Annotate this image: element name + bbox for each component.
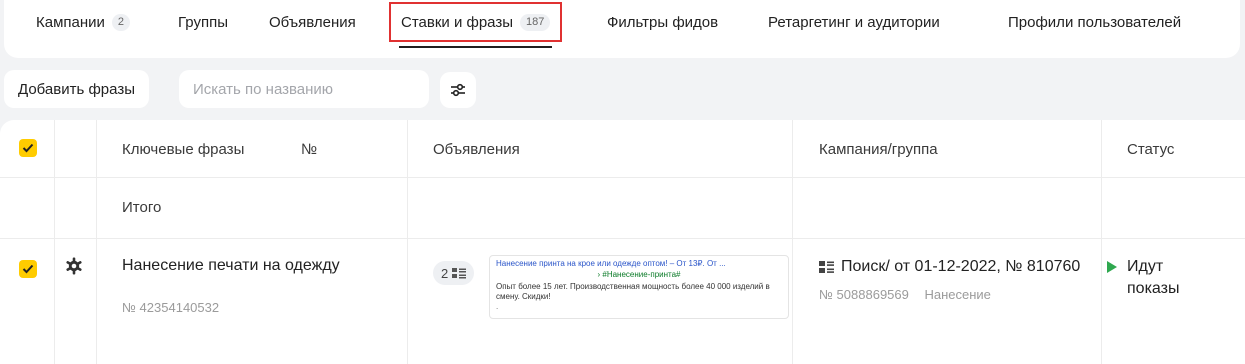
filter-settings-button[interactable] bbox=[440, 72, 476, 108]
ads-count: 2 bbox=[441, 265, 449, 281]
tab-label: Ставки и фразы bbox=[401, 13, 514, 31]
header-ads[interactable]: Объявления bbox=[433, 141, 520, 158]
tab-label: Кампании bbox=[36, 13, 105, 31]
tab-bids-and-phrases[interactable]: Ставки и фразы 187 bbox=[389, 2, 563, 48]
phrases-table: Ключевые фразы № Объявления Кампания/гру… bbox=[0, 120, 1245, 364]
select-all-checkbox[interactable] bbox=[19, 139, 37, 157]
tab-ads[interactable]: Объявления bbox=[269, 0, 356, 44]
row-checkbox[interactable] bbox=[19, 260, 37, 278]
header-status[interactable]: Статус bbox=[1127, 141, 1174, 158]
tab-label: Профили пользователей bbox=[1008, 13, 1182, 31]
tab-count-badge: 187 bbox=[520, 13, 551, 31]
search-input[interactable] bbox=[179, 70, 429, 108]
ad-ellipsis: . bbox=[496, 302, 499, 311]
header-phrases[interactable]: Ключевые фразы bbox=[122, 141, 244, 158]
campaign-id: № 5088869569 bbox=[819, 287, 909, 302]
add-phrases-button[interactable]: Добавить фразы bbox=[4, 70, 149, 108]
status-text: Идут показы bbox=[1127, 258, 1180, 297]
total-label: Итого bbox=[122, 199, 162, 216]
tab-retargeting[interactable]: Ретаргетинг и аудитории bbox=[768, 0, 940, 44]
ads-count-badge[interactable]: 2 bbox=[433, 261, 475, 285]
ad-url: › #Нанесение-принта# bbox=[597, 270, 681, 279]
table-total-row: Итого bbox=[0, 178, 1245, 239]
tabs-bar: Кампании 2 Группы Объявления Ставки и фр… bbox=[4, 0, 1240, 58]
ad-text: Опыт более 15 лет. Производственная мощн… bbox=[496, 282, 770, 301]
add-phrases-label: Добавить фразы bbox=[18, 80, 135, 98]
tab-user-profiles[interactable]: Профили пользователей bbox=[1008, 0, 1181, 44]
campaign-link[interactable]: Поиск/ от 01-12-2022, № 810760 bbox=[819, 258, 1095, 276]
campaign-details: № 5088869569 Нанесение bbox=[819, 287, 991, 302]
phrase-id: № 42354140532 bbox=[122, 300, 220, 315]
campaign-list-icon bbox=[819, 260, 834, 273]
checkmark-icon bbox=[22, 143, 34, 153]
checkmark-icon bbox=[22, 264, 34, 274]
tab-campaigns[interactable]: Кампании 2 bbox=[36, 0, 131, 44]
tab-label: Ретаргетинг и аудитории bbox=[768, 13, 940, 31]
table-header-row: Ключевые фразы № Объявления Кампания/гру… bbox=[0, 120, 1245, 178]
tab-count-badge: 2 bbox=[111, 13, 131, 31]
group-name[interactable]: Нанесение bbox=[924, 287, 990, 302]
header-number[interactable]: № bbox=[301, 141, 317, 158]
gear-icon[interactable] bbox=[64, 256, 84, 276]
tab-feed-filters[interactable]: Фильтры фидов bbox=[607, 0, 718, 44]
ads-list-icon bbox=[452, 267, 467, 278]
tab-label: Фильтры фидов bbox=[607, 13, 719, 31]
campaign-name: Поиск/ от 01-12-2022, № 810760 bbox=[841, 258, 1081, 275]
ad-preview[interactable]: Нанесение принта на крое или одежде опто… bbox=[489, 255, 789, 319]
tab-label: Объявления bbox=[269, 13, 356, 31]
phrase-name[interactable]: Нанесение печати на одежду bbox=[122, 255, 342, 276]
tab-groups[interactable]: Группы bbox=[178, 0, 228, 44]
sliders-icon bbox=[451, 83, 465, 97]
table-row: Нанесение печати на одежду № 42354140532… bbox=[0, 239, 1245, 364]
tab-label: Группы bbox=[178, 13, 228, 31]
play-icon bbox=[1107, 261, 1117, 273]
ad-title: Нанесение принта на крое или одежде опто… bbox=[496, 259, 726, 268]
header-campaign[interactable]: Кампания/группа bbox=[819, 141, 938, 158]
